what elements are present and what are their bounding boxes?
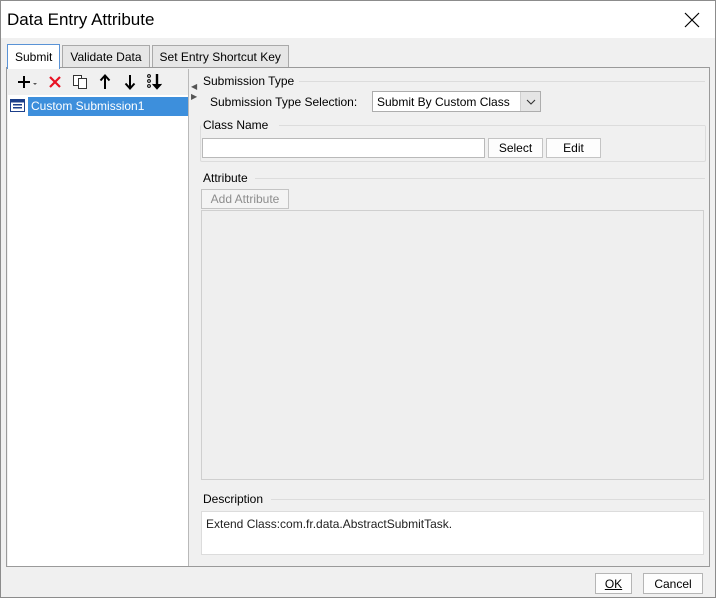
tree-item-custom-submission[interactable]: Custom Submission1 [8,96,188,116]
tab-set-entry-shortcut-key[interactable]: Set Entry Shortcut Key [151,45,289,68]
class-name-group [200,125,706,162]
collapse-right-icon: ▶ [191,92,198,101]
tree-item-label: Custom Submission1 [28,96,188,116]
divider [255,178,705,179]
dropdown-button[interactable] [520,92,540,111]
submission-type-title: Submission Type [203,74,295,88]
move-to-bottom-button[interactable] [142,71,167,93]
dialog-window: Data Entry Attribute Submit Validate Dat… [0,0,716,598]
submission-settings-pane: Submission Type Submission Type Selectio… [199,69,709,566]
add-button[interactable] [14,71,42,93]
dialog-title: Data Entry Attribute [7,10,155,29]
submission-tree: Custom Submission1 [8,96,188,116]
submission-type-label: Submission Type Selection: [210,95,358,109]
add-icon [18,76,37,88]
move-down-icon [124,75,135,90]
ok-button[interactable]: OK [595,573,632,594]
cancel-label: Cancel [654,576,692,591]
tab-content: Custom Submission1 ◀ ▶ Submission Type S… [6,67,710,567]
divider [299,81,705,82]
description-title: Description [203,492,264,506]
delete-icon [48,76,61,88]
title-bar: Data Entry Attribute [1,1,715,38]
move-up-button[interactable] [92,71,117,93]
close-button[interactable] [669,1,715,38]
pane-splitter[interactable]: ◀ ▶ [190,69,198,566]
attribute-list [201,210,704,480]
close-icon [684,12,700,27]
list-toolbar [8,69,188,95]
copy-icon [72,75,87,89]
move-to-bottom-icon [146,74,162,90]
submission-item-icon [10,99,25,112]
attribute-title: Attribute [203,171,248,185]
submission-type-value: Submit By Custom Class [377,94,510,109]
collapse-left-icon: ◀ [191,82,198,91]
description-text: Extend Class:com.fr.data.AbstractSubmitT… [201,511,704,555]
cancel-button[interactable]: Cancel [643,573,703,594]
tab-submit[interactable]: Submit [7,44,61,69]
tab-validate-data[interactable]: Validate Data [62,45,150,68]
move-down-button[interactable] [117,71,142,93]
tab-strip: Submit Validate Data Set Entry Shortcut … [7,44,291,69]
move-up-icon [99,74,110,89]
submission-type-select[interactable]: Submit By Custom Class [372,91,541,112]
ok-label: OK [604,576,623,591]
add-attribute-button[interactable]: Add Attribute [201,189,289,209]
divider [271,499,705,500]
chevron-down-icon [526,99,535,105]
copy-button[interactable] [67,71,92,93]
submission-list-pane: Custom Submission1 [8,69,189,566]
delete-button[interactable] [42,71,67,93]
